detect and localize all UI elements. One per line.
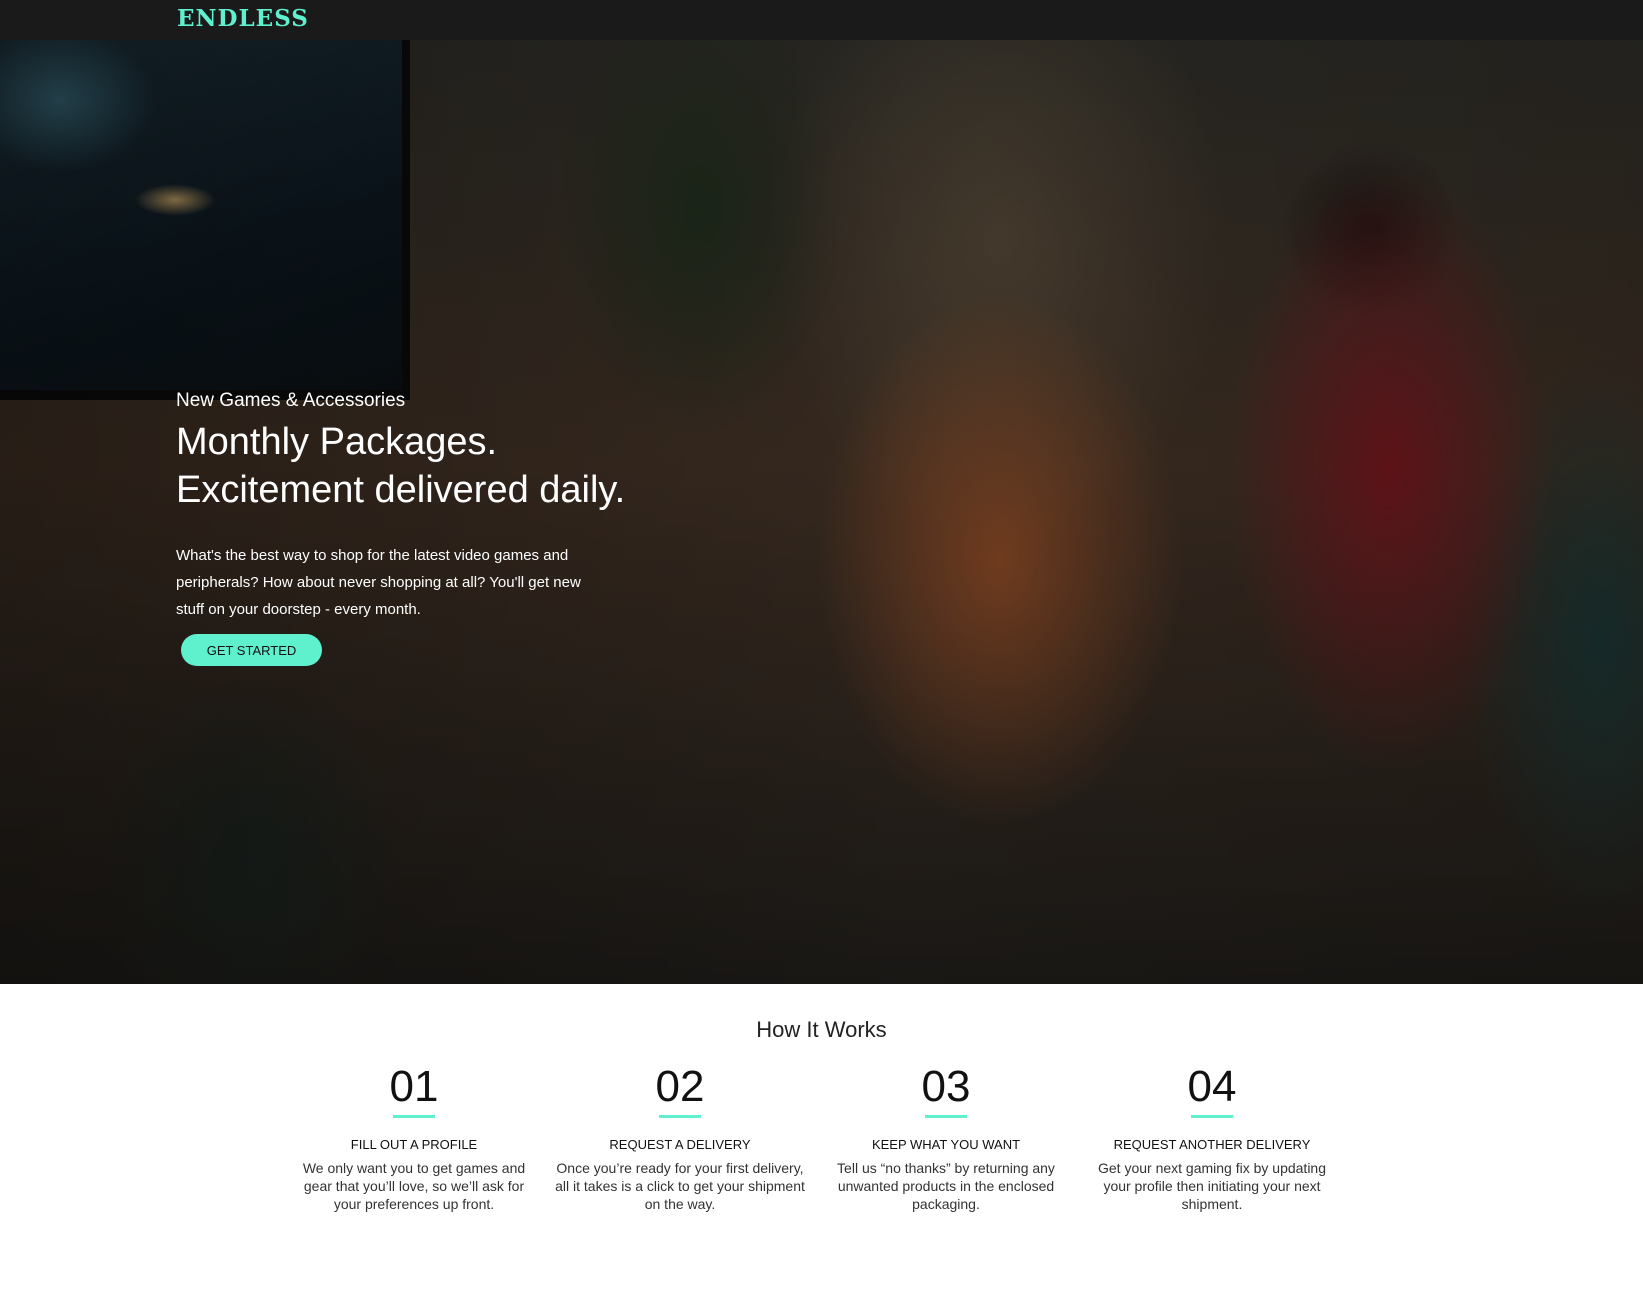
step-description: We only want you to get games and gear t… — [302, 1160, 526, 1212]
hero-heading: Monthly Packages. Excitement delivered d… — [176, 418, 625, 514]
step-underline — [393, 1115, 435, 1118]
step-underline — [659, 1115, 701, 1118]
hero-heading-line-1: Monthly Packages. — [176, 421, 498, 463]
step-item: 01 FILL OUT A PROFILE We only want you t… — [289, 1062, 539, 1213]
step-item: 04 REQUEST ANOTHER DELIVERY Get your nex… — [1087, 1062, 1337, 1213]
step-title: REQUEST A DELIVERY — [609, 1137, 751, 1152]
step-number: 04 — [1187, 1062, 1237, 1111]
step-underline — [925, 1115, 967, 1118]
hero-heading-line-2: Excitement delivered daily. — [176, 469, 626, 511]
step-number: 01 — [389, 1062, 439, 1111]
logo-link[interactable]: ENDLESS — [177, 5, 309, 32]
get-started-button[interactable]: GET STARTED — [181, 634, 322, 666]
step-title: KEEP WHAT YOU WANT — [871, 1137, 1021, 1152]
step-title: FILL OUT A PROFILE — [350, 1137, 478, 1152]
step-number: 03 — [921, 1062, 971, 1111]
step-item: 02 REQUEST A DELIVERY Once you’re ready … — [555, 1062, 805, 1213]
step-description: Tell us “no thanks” by returning any unw… — [837, 1160, 1055, 1212]
hero-eyebrow: New Games & Accessories — [176, 390, 406, 411]
how-it-works-title: How It Works — [756, 1017, 887, 1042]
top-nav-bar: ENDLESS — [0, 0, 1643, 40]
step-number: 02 — [655, 1062, 705, 1111]
step-item: 03 KEEP WHAT YOU WANT Tell us “no thanks… — [821, 1062, 1071, 1213]
hero-description: What's the best way to shop for the late… — [176, 547, 581, 618]
step-title: REQUEST ANOTHER DELIVERY — [1113, 1137, 1311, 1152]
hero-section: New Games & Accessories Monthly Packages… — [0, 40, 1643, 984]
step-description: Once you’re ready for your first deliver… — [555, 1160, 805, 1212]
step-description: Get your next gaming fix by updating you… — [1097, 1160, 1327, 1212]
step-underline — [1191, 1115, 1233, 1118]
